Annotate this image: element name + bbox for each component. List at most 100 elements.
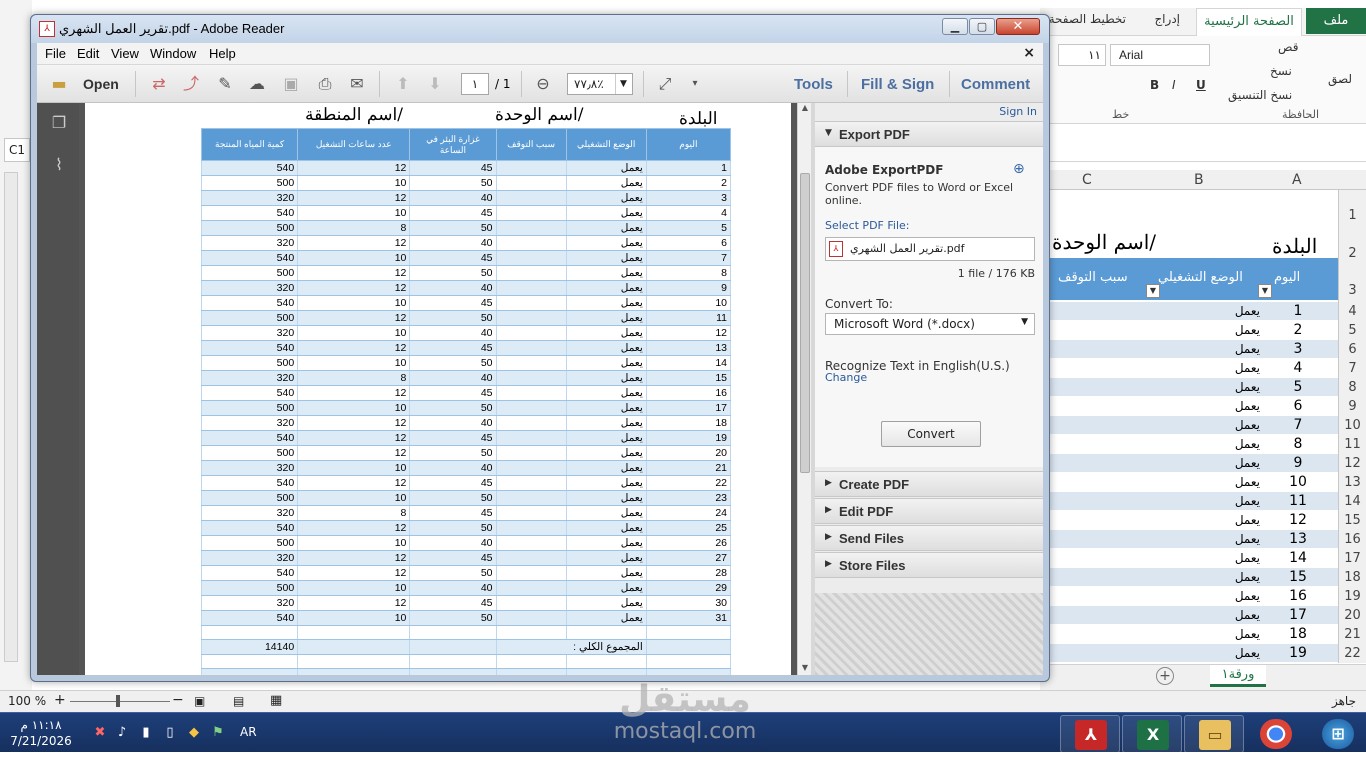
sheet-cell-status[interactable]: يعمل <box>1200 304 1260 318</box>
font-name-box[interactable]: Arial <box>1110 44 1210 66</box>
sheet-cell-day[interactable]: 12 <box>1270 512 1326 528</box>
sheet-cell-status[interactable]: يعمل <box>1200 551 1260 565</box>
format-select[interactable]: Microsoft Word (*.docx) ▼ <box>825 313 1035 335</box>
row-header[interactable]: 5 <box>1338 321 1366 340</box>
sheet-row[interactable]: 2 يعمل <box>1040 321 1338 340</box>
edit-pdf-icon[interactable]: ✎ <box>213 72 237 96</box>
open-button[interactable]: Open <box>83 76 119 92</box>
sheet-row[interactable]: 6 يعمل <box>1040 397 1338 416</box>
sheet-cell-day[interactable]: 17 <box>1270 607 1326 623</box>
sheet-cell-day[interactable]: 4 <box>1270 360 1326 376</box>
sheet-row[interactable]: 9 يعمل <box>1040 454 1338 473</box>
sheet-cell-status[interactable]: يعمل <box>1200 513 1260 527</box>
tools-button[interactable]: Tools <box>794 76 833 93</box>
row-header[interactable]: 4 <box>1338 302 1366 321</box>
sheet-row[interactable]: 19 يعمل <box>1040 644 1338 663</box>
sheet-cell-status[interactable]: يعمل <box>1200 570 1260 584</box>
sheet-tab-1[interactable]: ورقة١ <box>1210 665 1266 687</box>
title-bar[interactable]: ⅄ تقرير العمل الشهري.pdf - Adobe Reader … <box>31 15 1049 43</box>
create-pdf-section[interactable]: ▶ Create PDF <box>815 471 1043 497</box>
zoom-out-icon[interactable]: − <box>172 692 184 708</box>
filter-dropdown-icon[interactable]: ▼ <box>1146 284 1160 298</box>
comment-button[interactable]: Comment <box>961 76 1030 93</box>
page-thumbnails-icon[interactable]: ❐ <box>49 113 69 133</box>
zoom-in-icon[interactable]: + <box>54 692 66 708</box>
sheet-row[interactable]: 8 يعمل <box>1040 435 1338 454</box>
menu-view[interactable]: View <box>111 46 139 61</box>
sheet-cell-day[interactable]: 16 <box>1270 588 1326 604</box>
sheet-cell-status[interactable]: يعمل <box>1200 627 1260 641</box>
sheet-row[interactable]: 11 يعمل <box>1040 492 1338 511</box>
send-files-section[interactable]: ▶ Send Files <box>815 525 1043 551</box>
maximize-button[interactable]: ▢ <box>969 18 995 35</box>
row-header[interactable]: 10 <box>1338 416 1366 435</box>
sign-in-link[interactable]: Sign In <box>999 105 1037 118</box>
scrollbar-thumb[interactable] <box>800 173 810 473</box>
sheet-cell-day[interactable]: 15 <box>1270 569 1326 585</box>
sheet-cell-status[interactable]: يعمل <box>1200 418 1260 432</box>
copy-button[interactable]: نسخ <box>1270 64 1292 78</box>
sheet-cell-day[interactable]: 9 <box>1270 455 1326 471</box>
row-header[interactable]: 18 <box>1338 568 1366 587</box>
row-header[interactable]: 15 <box>1338 511 1366 530</box>
sheet-row[interactable]: 13 يعمل <box>1040 530 1338 549</box>
add-sheet-icon[interactable]: + <box>1156 667 1174 685</box>
previous-page-icon[interactable]: ⬆ <box>391 72 415 96</box>
page-break-view-icon[interactable]: ▣ <box>194 694 205 708</box>
paste-button[interactable]: لصق <box>1328 72 1352 86</box>
sheet-cell-day[interactable]: 19 <box>1270 645 1326 661</box>
security-shield-icon[interactable]: ◆ <box>186 725 202 741</box>
convert-button[interactable]: Convert <box>881 421 981 447</box>
sheet-cell-day[interactable]: 18 <box>1270 626 1326 642</box>
export-pdf-icon[interactable]: ⤴ <box>179 72 203 96</box>
column-header-c[interactable]: C <box>1082 172 1092 188</box>
tab-home[interactable]: الصفحة الرئيسية <box>1196 8 1302 36</box>
upload-cloud-icon[interactable]: ☁ <box>245 72 269 96</box>
save-icon[interactable]: ▣ <box>279 72 303 96</box>
zoom-slider[interactable] <box>70 701 170 702</box>
zoom-out-icon[interactable]: ⊖ <box>531 72 555 96</box>
sheet-cell-status[interactable]: يعمل <box>1200 589 1260 603</box>
sheet-cell-status[interactable]: يعمل <box>1200 323 1260 337</box>
page-number-input[interactable]: ١ <box>461 73 489 95</box>
font-size-box[interactable]: ١١ <box>1058 44 1106 66</box>
sheet-cell-day[interactable]: 14 <box>1270 550 1326 566</box>
store-files-section[interactable]: ▶ Store Files <box>815 552 1043 578</box>
taskbar-explorer[interactable]: ▭ <box>1184 715 1244 753</box>
minimize-button[interactable]: ▁ <box>942 18 968 35</box>
sheet-cell-status[interactable]: يعمل <box>1200 437 1260 451</box>
next-page-icon[interactable]: ⬇ <box>423 72 447 96</box>
excel-vertical-scrollbar[interactable] <box>4 172 18 662</box>
page-layout-view-icon[interactable]: ▤ <box>233 694 244 708</box>
select-pdf-label[interactable]: Select PDF File: <box>825 219 909 232</box>
sheet-row[interactable]: 14 يعمل <box>1040 549 1338 568</box>
zoom-level[interactable]: 100 % <box>8 694 46 708</box>
menu-file[interactable]: File <box>45 46 66 61</box>
close-window-button[interactable]: ✕ <box>996 18 1040 35</box>
toolbar-options-icon[interactable]: ▾ <box>683 72 707 96</box>
sheet-cell-day[interactable]: 1 <box>1270 303 1326 319</box>
fit-page-icon[interactable]: ⤢ <box>653 72 677 96</box>
scroll-down-icon[interactable]: ▼ <box>798 663 812 675</box>
sheet-cell-day[interactable]: 8 <box>1270 436 1326 452</box>
change-language-link[interactable]: Change <box>825 371 867 384</box>
volume-icon[interactable]: ♪ <box>114 725 130 741</box>
row-header[interactable]: 13 <box>1338 473 1366 492</box>
row-header[interactable]: 7 <box>1338 359 1366 378</box>
sheet-cell-status[interactable]: يعمل <box>1200 342 1260 356</box>
sheet-cell-status[interactable]: يعمل <box>1200 475 1260 489</box>
open-folder-icon[interactable]: ▬ <box>47 72 71 96</box>
row-header[interactable]: 21 <box>1338 625 1366 644</box>
close-document-icon[interactable]: × <box>1023 45 1035 61</box>
taskbar-excel[interactable]: X <box>1122 715 1182 753</box>
row-header[interactable]: 11 <box>1338 435 1366 454</box>
signal-icon[interactable]: ▮ <box>138 725 154 741</box>
row-header[interactable]: 14 <box>1338 492 1366 511</box>
formula-bar[interactable] <box>1040 134 1366 162</box>
row-header[interactable]: 16 <box>1338 530 1366 549</box>
battery-icon[interactable]: ▯ <box>162 725 178 741</box>
document-scrollbar[interactable]: ▲ ▼ <box>797 103 811 675</box>
tab-page-layout[interactable]: تخطيط الصفحة <box>1049 12 1126 26</box>
row-header[interactable]: 1 <box>1338 190 1366 228</box>
menu-window[interactable]: Window <box>150 46 196 61</box>
